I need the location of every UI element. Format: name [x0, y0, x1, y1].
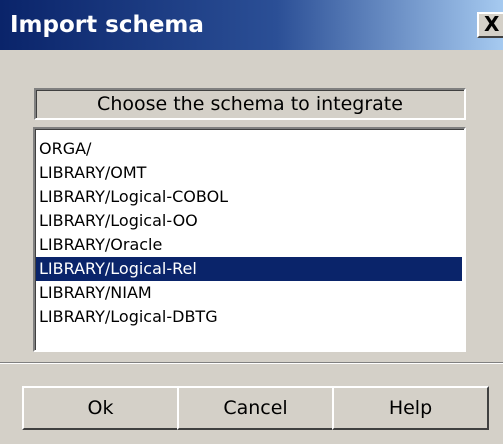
list-item[interactable]: ORGA/: [36, 137, 462, 161]
import-schema-dialog: Import schema X Choose the schema to int…: [0, 0, 503, 444]
list-item[interactable]: LIBRARY/Oracle: [36, 233, 462, 257]
close-button[interactable]: X: [477, 12, 503, 38]
cancel-button[interactable]: Cancel: [177, 386, 334, 430]
schema-listbox[interactable]: ORGA/ LIBRARY/OMT LIBRARY/Logical-COBOL …: [33, 127, 466, 352]
heading-label: Choose the schema to integrate: [97, 93, 403, 115]
close-icon: X: [484, 12, 500, 36]
list-item[interactable]: LIBRARY/Logical-OO: [36, 209, 462, 233]
schema-list: ORGA/ LIBRARY/OMT LIBRARY/Logical-COBOL …: [35, 129, 464, 350]
help-button[interactable]: Help: [332, 386, 489, 430]
list-item[interactable]: LIBRARY/Logical-DBTG: [36, 305, 462, 329]
list-item[interactable]: LIBRARY/NIAM: [36, 281, 462, 305]
list-item[interactable]: LIBRARY/OMT: [36, 161, 462, 185]
title-bar[interactable]: Import schema X: [0, 0, 503, 50]
list-item[interactable]: LIBRARY/Logical-COBOL: [36, 185, 462, 209]
separator: [0, 362, 503, 364]
list-item[interactable]: LIBRARY/Logical-Rel: [36, 257, 462, 281]
dialog-title: Import schema: [10, 12, 204, 38]
ok-button[interactable]: Ok: [22, 386, 179, 430]
heading-panel: Choose the schema to integrate: [34, 88, 466, 120]
